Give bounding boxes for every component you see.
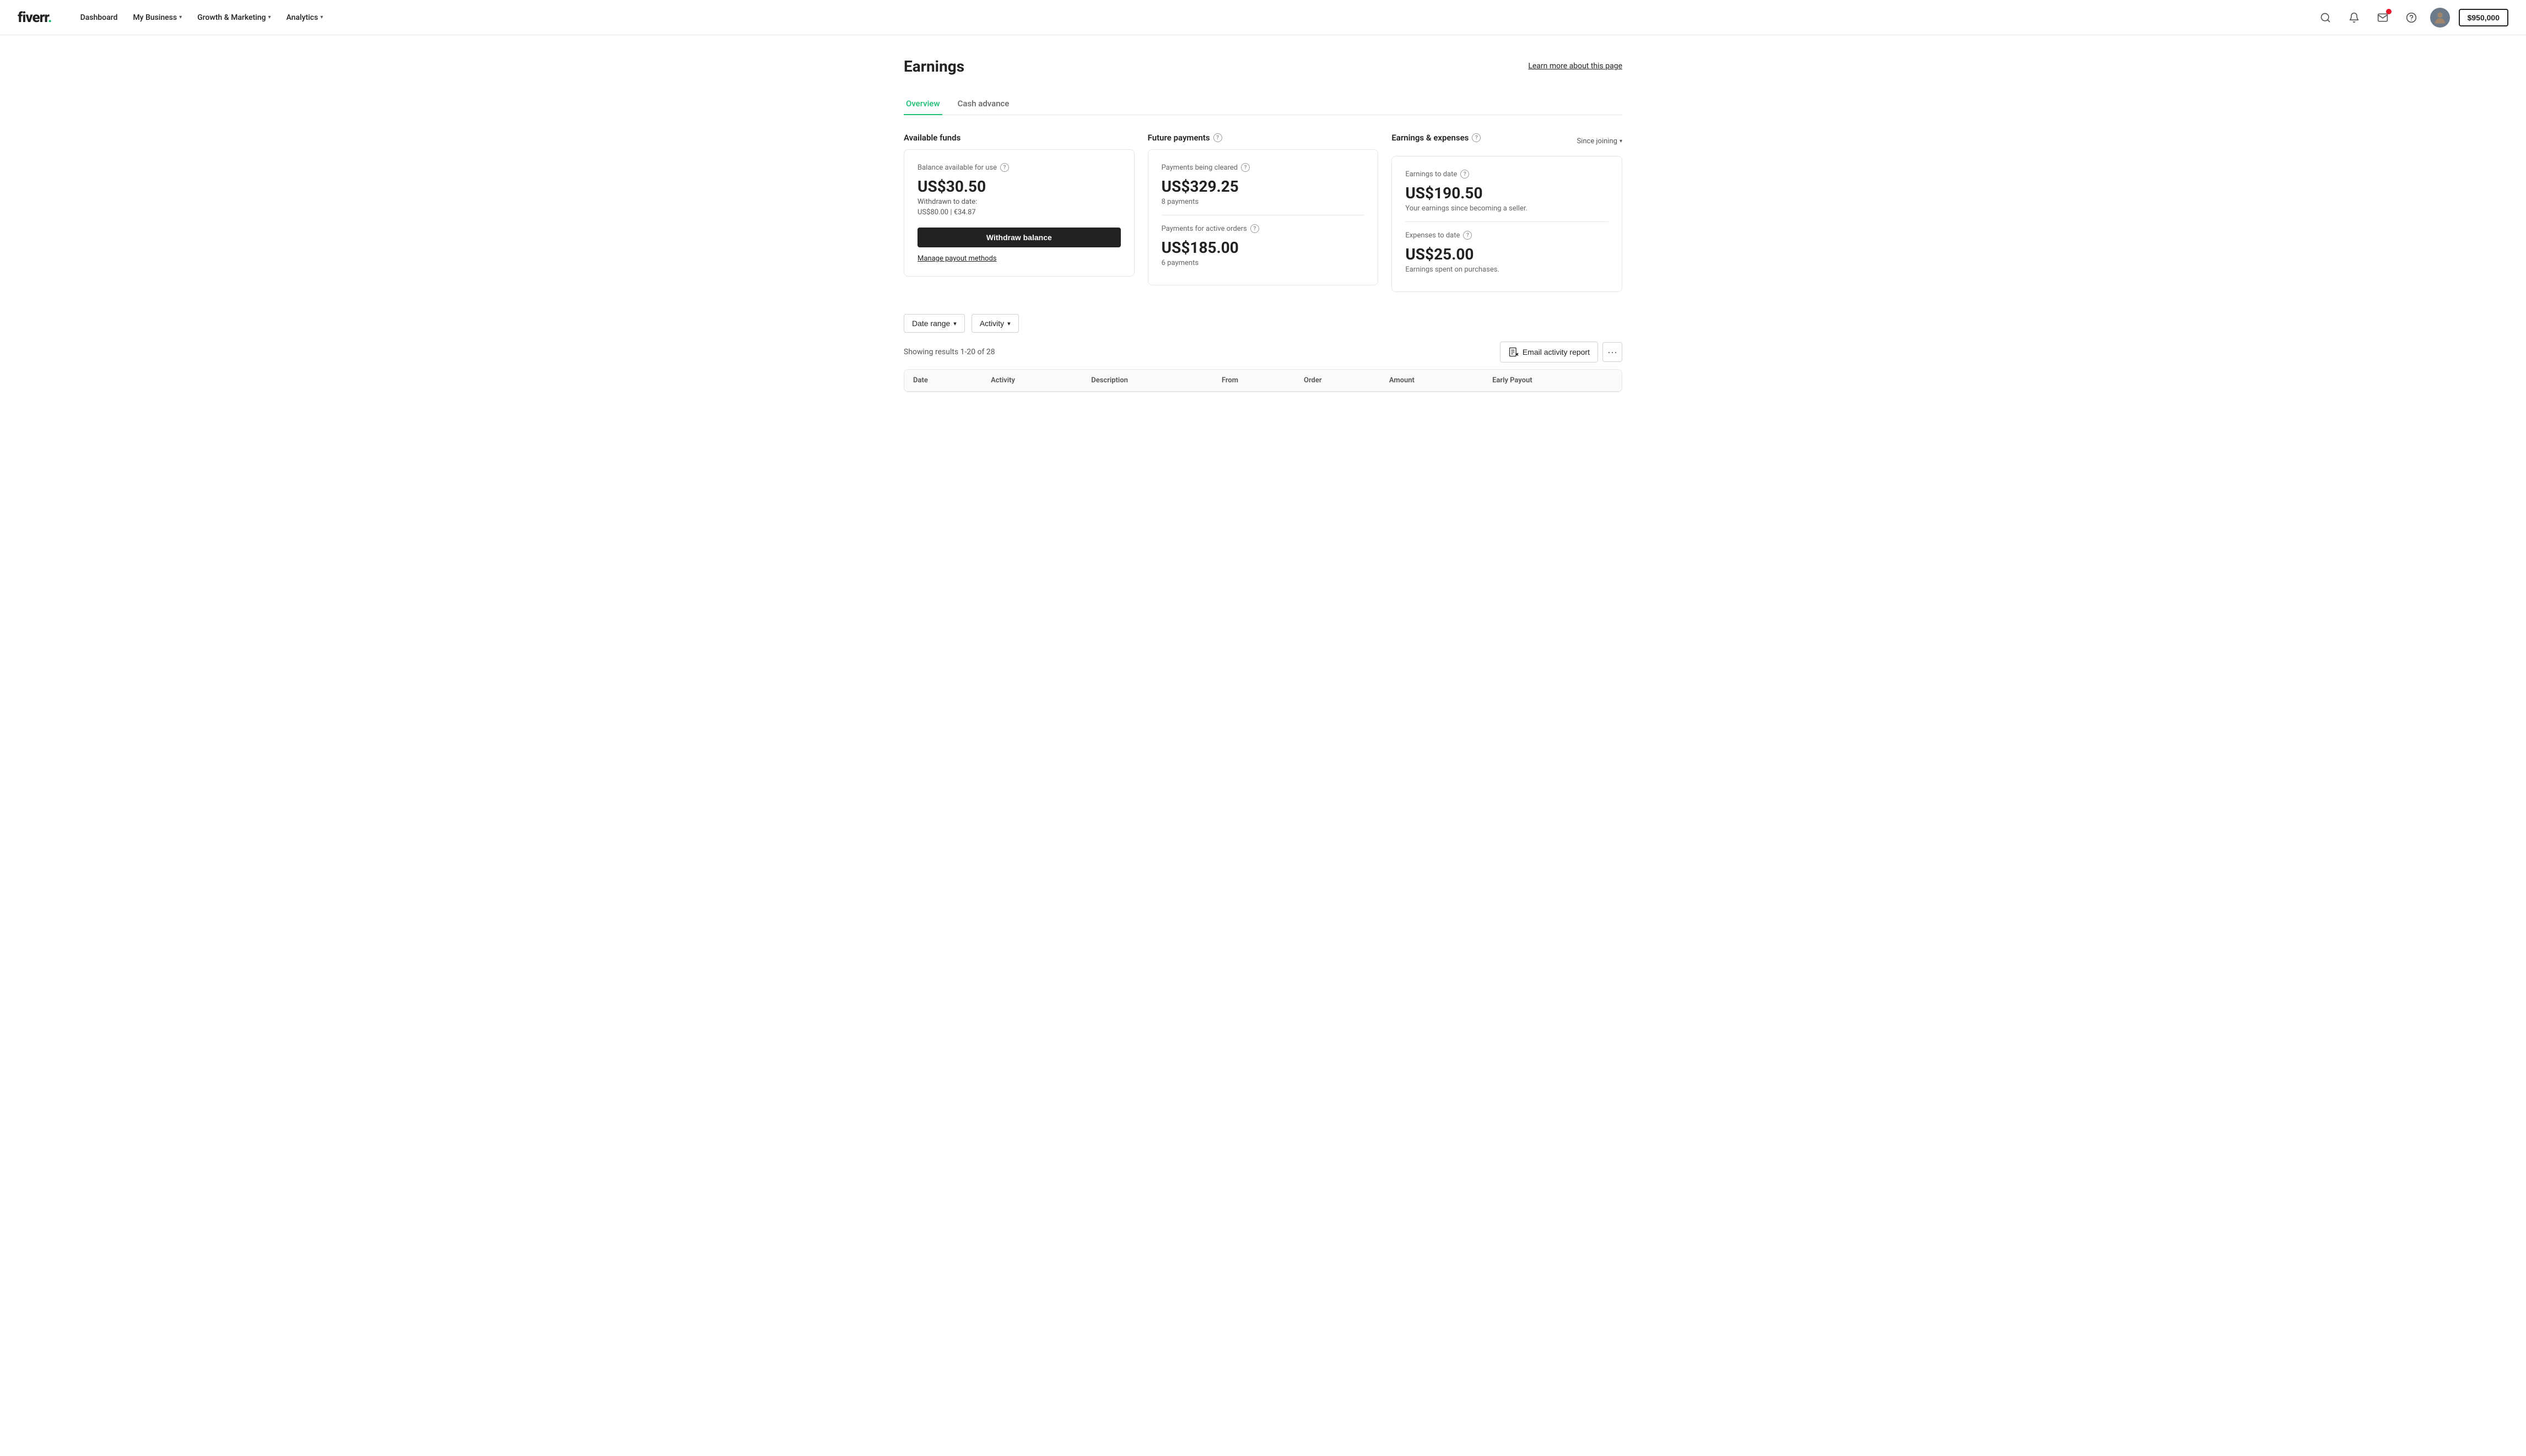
balance-amount: US$30.50 (917, 177, 1121, 196)
chevron-down-icon: ▾ (953, 320, 957, 327)
col-description: Description (1082, 370, 1213, 392)
clearing-info-icon[interactable]: ? (1241, 163, 1250, 172)
earnings-expenses-label: Earnings & expenses ? (1391, 133, 1481, 143)
nav-links: Dashboard My Business ▾ Growth & Marketi… (74, 9, 2316, 26)
tabs: Overview Cash advance (904, 93, 1622, 115)
results-text: Showing results 1-20 of 28 (904, 348, 995, 356)
navbar: fiverr. Dashboard My Business ▾ Growth &… (0, 0, 2526, 35)
clearing-label: Payments being cleared ? (1162, 163, 1365, 172)
chevron-down-icon: ▾ (179, 14, 182, 20)
nav-item-dashboard[interactable]: Dashboard (74, 9, 125, 26)
chevron-down-icon: ▾ (320, 14, 323, 20)
earnings-page: Earnings Learn more about this page Over… (877, 35, 1649, 414)
future-payments-label: Future payments ? (1148, 133, 1379, 143)
earnings-sub: Your earnings since becoming a seller. (1405, 204, 1609, 213)
active-count: 6 payments (1162, 259, 1365, 267)
activity-table: Date Activity Description From Order Amo… (904, 369, 1622, 392)
cards-grid: Available funds Balance available for us… (904, 133, 1622, 292)
date-range-filter[interactable]: Date range ▾ (904, 314, 965, 333)
learn-more-link[interactable]: Learn more about this page (1528, 62, 1622, 71)
expenses-to-date-label: Expenses to date ? (1405, 231, 1609, 240)
nav-item-my-business[interactable]: My Business ▾ (126, 9, 188, 26)
balance-button[interactable]: $950,000 (2459, 9, 2508, 26)
future-payments-info-icon[interactable]: ? (1213, 133, 1222, 142)
table-header-row: Date Activity Description From Order Amo… (904, 370, 1622, 392)
navbar-right: $950,000 (2316, 8, 2508, 28)
balance-label: Balance available for use ? (917, 163, 1121, 172)
future-payments-card: Payments being cleared ? US$329.25 8 pay… (1148, 149, 1379, 285)
future-payments-section: Future payments ? Payments being cleared… (1148, 133, 1379, 285)
since-joining-row: Earnings & expenses ? Since joining ▾ (1391, 133, 1622, 149)
tab-cash-advance[interactable]: Cash advance (956, 93, 1012, 115)
email-activity-report-button[interactable]: Email activity report (1500, 342, 1598, 362)
chevron-down-icon: ▾ (1007, 320, 1011, 327)
col-from: From (1213, 370, 1295, 392)
csv-icon (1508, 347, 1519, 358)
activity-filter[interactable]: Activity ▾ (971, 314, 1019, 333)
available-funds-section: Available funds Balance available for us… (904, 133, 1135, 277)
expenses-sub: Earnings spent on purchases. (1405, 266, 1609, 274)
balance-info-icon[interactable]: ? (1000, 163, 1009, 172)
earnings-expenses-info-icon[interactable]: ? (1472, 133, 1481, 142)
available-funds-label: Available funds (904, 133, 1135, 143)
col-amount: Amount (1380, 370, 1483, 392)
messages-badge (2386, 9, 2392, 14)
withdrawn-amounts: US$80.00 | €34.87 (917, 208, 1121, 216)
expenses-to-date-info-icon[interactable]: ? (1463, 231, 1472, 240)
col-early-payout: Early Payout (1483, 370, 1622, 392)
page-title: Earnings (904, 57, 964, 75)
notifications-icon[interactable] (2344, 8, 2364, 28)
search-icon[interactable] (2316, 8, 2335, 28)
clearing-count: 8 payments (1162, 198, 1365, 206)
earnings-to-date-label: Earnings to date ? (1405, 170, 1609, 178)
messages-icon[interactable] (2373, 8, 2393, 28)
earnings-expenses-section: Earnings & expenses ? Since joining ▾ Ea… (1391, 133, 1622, 292)
available-funds-card: Balance available for use ? US$30.50 Wit… (904, 149, 1135, 277)
earnings-amount: US$190.50 (1405, 184, 1609, 202)
expenses-amount: US$25.00 (1405, 245, 1609, 263)
help-icon[interactable] (2401, 8, 2421, 28)
tab-overview[interactable]: Overview (904, 93, 942, 115)
chevron-down-icon: ▾ (268, 14, 271, 20)
avatar[interactable] (2430, 8, 2450, 28)
withdrawn-label: Withdrawn to date: (917, 198, 1121, 206)
since-joining-dropdown[interactable]: Since joining ▾ (1577, 137, 1622, 145)
nav-item-analytics[interactable]: Analytics ▾ (280, 9, 330, 26)
manage-payout-link[interactable]: Manage payout methods (917, 255, 997, 263)
earnings-expenses-card: Earnings to date ? US$190.50 Your earnin… (1391, 156, 1622, 292)
active-orders-info-icon[interactable]: ? (1250, 224, 1259, 233)
logo[interactable]: fiverr. (18, 9, 52, 26)
page-header: Earnings Learn more about this page (904, 57, 1622, 75)
active-orders-label: Payments for active orders ? (1162, 224, 1365, 233)
active-amount: US$185.00 (1162, 239, 1365, 257)
col-date: Date (904, 370, 982, 392)
more-options-button[interactable]: ··· (1602, 342, 1622, 362)
withdraw-balance-button[interactable]: Withdraw balance (917, 228, 1121, 247)
earnings-to-date-info-icon[interactable]: ? (1460, 170, 1469, 178)
col-order: Order (1295, 370, 1380, 392)
results-row: Showing results 1-20 of 28 Email activit… (904, 342, 1622, 362)
chevron-down-icon: ▾ (1620, 138, 1622, 144)
clearing-amount: US$329.25 (1162, 177, 1365, 196)
nav-item-growth-marketing[interactable]: Growth & Marketing ▾ (191, 9, 277, 26)
results-actions: Email activity report ··· (1500, 342, 1622, 362)
filters-row: Date range ▾ Activity ▾ (904, 314, 1622, 333)
col-activity: Activity (982, 370, 1082, 392)
